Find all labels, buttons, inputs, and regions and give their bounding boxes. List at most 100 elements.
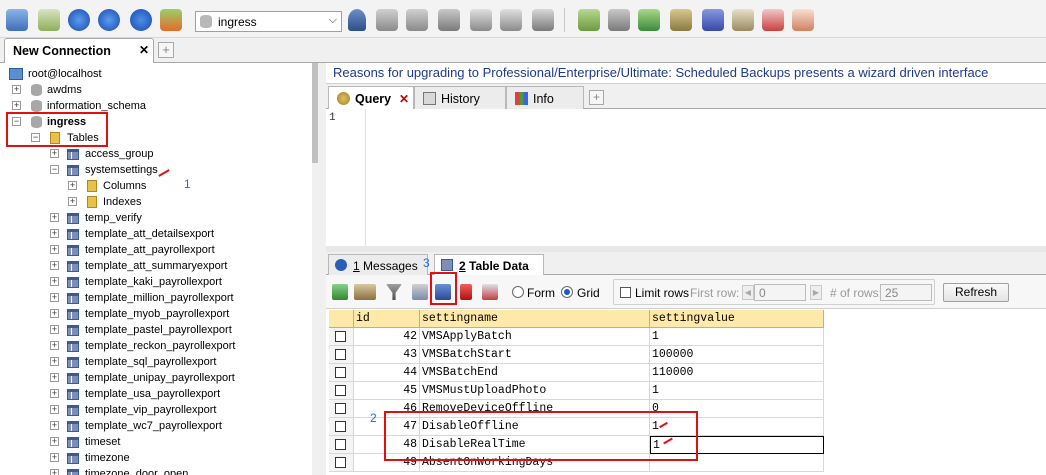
tree-table[interactable]: template_unipay_payrollexport xyxy=(85,370,235,386)
cell-id[interactable]: 45 xyxy=(354,382,420,400)
tree-table[interactable]: template_myob_payrollexport xyxy=(85,306,229,322)
import-icon[interactable] xyxy=(438,9,460,31)
cell-id[interactable]: 42 xyxy=(354,328,420,346)
row-checkbox[interactable] xyxy=(335,367,346,378)
row-selector[interactable] xyxy=(329,418,354,436)
tree-db-ingress[interactable]: ingress xyxy=(47,114,86,130)
row-checkbox[interactable] xyxy=(335,349,346,360)
row-selector[interactable] xyxy=(329,382,354,400)
expand-icon[interactable]: + xyxy=(50,421,59,430)
cell-settingname[interactable]: DisableOffline xyxy=(420,418,650,436)
schema-designer-icon[interactable] xyxy=(792,9,814,31)
new-query-icon[interactable] xyxy=(160,9,182,31)
execute-query-icon[interactable] xyxy=(68,9,90,31)
tree-table[interactable]: access_group xyxy=(85,146,154,162)
row-checkbox[interactable] xyxy=(335,331,346,342)
upgrade-notice[interactable]: Reasons for upgrading to Professional/En… xyxy=(326,63,1046,84)
cell-settingname[interactable]: AbsentOnWorkingDays xyxy=(420,454,650,472)
new-table-icon[interactable] xyxy=(406,9,428,31)
cancel-changes-icon[interactable] xyxy=(482,284,498,300)
tree-table[interactable]: template_att_summaryexport xyxy=(85,258,227,274)
cell-settingname[interactable]: VMSBatchEnd xyxy=(420,364,650,382)
row-checkbox[interactable] xyxy=(335,457,346,468)
expand-icon[interactable]: + xyxy=(50,357,59,366)
query-editor[interactable]: 1 xyxy=(326,109,1046,246)
tab-info[interactable]: Info xyxy=(506,86,584,109)
expand-icon[interactable]: + xyxy=(50,213,59,222)
chevron-down-icon[interactable]: ⌵ xyxy=(329,14,337,27)
row-checkbox[interactable] xyxy=(335,439,346,450)
tab-messages[interactable]: 1 Messages xyxy=(328,254,428,275)
copy-icon[interactable] xyxy=(412,284,428,300)
cell-settingvalue[interactable]: 0 xyxy=(650,400,824,418)
add-query-tab-button[interactable]: + xyxy=(589,90,604,105)
tab-query[interactable]: Query ✕ xyxy=(328,86,414,109)
row-selector[interactable] xyxy=(329,364,354,382)
cell-id[interactable]: 48 xyxy=(354,436,420,454)
insert-row-icon[interactable] xyxy=(332,284,348,300)
backup-icon[interactable] xyxy=(470,9,492,31)
cell-id[interactable]: 46 xyxy=(354,400,420,418)
copy-db-icon[interactable] xyxy=(608,9,630,31)
first-row-input[interactable]: 0 xyxy=(754,284,806,301)
num-rows-input[interactable]: 25 xyxy=(880,284,932,301)
row-checkbox[interactable] xyxy=(335,421,346,432)
expand-icon[interactable]: + xyxy=(50,277,59,286)
cell-settingvalue[interactable]: 1 xyxy=(650,436,824,454)
expand-icon[interactable]: + xyxy=(50,405,59,414)
cell-settingvalue[interactable]: 1 xyxy=(650,328,824,346)
cell-id[interactable]: 44 xyxy=(354,364,420,382)
new-connection-icon[interactable] xyxy=(38,9,60,31)
expand-icon[interactable]: + xyxy=(68,197,77,206)
expand-icon[interactable]: + xyxy=(50,373,59,382)
close-icon[interactable]: ✕ xyxy=(139,43,149,57)
cell-settingname[interactable]: VMSBatchStart xyxy=(420,346,650,364)
tree-table-systemsettings[interactable]: systemsettings xyxy=(85,162,158,178)
prev-page-button[interactable]: ◀ xyxy=(742,285,754,300)
cell-settingname[interactable]: VMSMustUploadPhoto xyxy=(420,382,650,400)
tree-db-awdms[interactable]: awdms xyxy=(47,82,82,98)
schedule-icon[interactable] xyxy=(762,9,784,31)
tree-folder-columns[interactable]: Columns xyxy=(103,178,146,194)
tab-history[interactable]: History xyxy=(414,86,506,109)
row-selector[interactable] xyxy=(329,346,354,364)
add-tab-button[interactable]: + xyxy=(158,42,174,58)
tree-folder-tables[interactable]: Tables xyxy=(67,130,99,146)
expand-icon[interactable]: + xyxy=(12,101,21,110)
cell-settingname[interactable]: RemoveDeviceOffline xyxy=(420,400,650,418)
new-db-icon[interactable] xyxy=(376,9,398,31)
tree-table[interactable]: timeset xyxy=(85,434,120,450)
next-page-button[interactable]: ▶ xyxy=(810,285,822,300)
save-icon[interactable] xyxy=(435,284,451,300)
expand-icon[interactable]: + xyxy=(50,149,59,158)
tree-table[interactable]: template_att_payrollexport xyxy=(85,242,215,258)
tree-table[interactable]: template_reckon_payrollexport xyxy=(85,338,235,354)
expand-icon[interactable]: + xyxy=(50,437,59,446)
tree-table[interactable]: template_att_detailsexport xyxy=(85,226,214,242)
sync-icon[interactable] xyxy=(638,9,660,31)
tree-table[interactable]: template_wc7_payrollexport xyxy=(85,418,222,434)
tree-table[interactable]: template_vip_payrollexport xyxy=(85,402,216,418)
database-selector[interactable]: ingress ⌵ xyxy=(195,11,342,32)
tree-scrollbar[interactable] xyxy=(312,63,318,475)
tree-table[interactable]: template_pastel_payrollexport xyxy=(85,322,232,338)
row-checkbox[interactable] xyxy=(335,403,346,414)
notifications-icon[interactable] xyxy=(732,9,754,31)
cell-settingvalue[interactable] xyxy=(650,454,824,472)
collapse-icon[interactable]: − xyxy=(31,133,40,142)
collapse-icon[interactable]: − xyxy=(50,165,59,174)
row-selector[interactable] xyxy=(329,436,354,454)
migration-icon[interactable] xyxy=(702,9,724,31)
cell-id[interactable]: 49 xyxy=(354,454,420,472)
import-wizard-icon[interactable] xyxy=(670,9,692,31)
column-header-settingvalue[interactable]: settingvalue xyxy=(650,310,824,328)
cell-id[interactable]: 43 xyxy=(354,346,420,364)
table-icon[interactable] xyxy=(532,9,554,31)
execute-all-icon[interactable] xyxy=(98,9,120,31)
cell-settingname[interactable]: DisableRealTime xyxy=(420,436,650,454)
tree-table[interactable]: template_sql_payrollexport xyxy=(85,354,216,370)
tree-folder-indexes[interactable]: Indexes xyxy=(103,194,142,210)
column-header-id[interactable]: id xyxy=(354,310,420,328)
tree-root[interactable]: root@localhost xyxy=(28,66,102,82)
tab-new-connection[interactable]: New Connection ✕ xyxy=(4,38,154,63)
